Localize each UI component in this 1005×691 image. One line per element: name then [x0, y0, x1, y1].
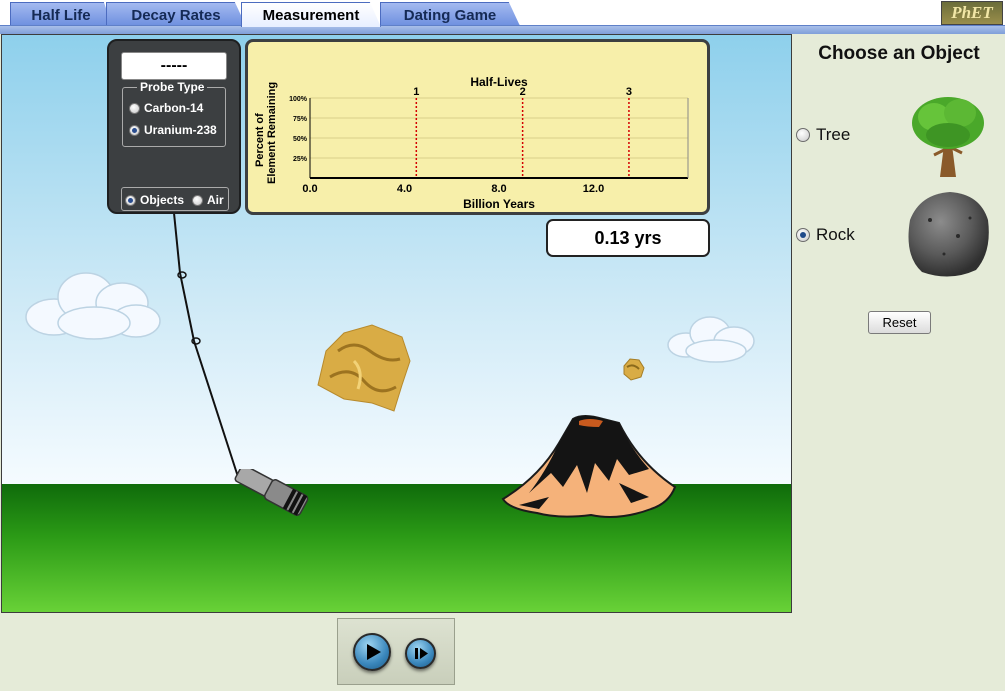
radio-button-selected-icon[interactable] — [129, 124, 140, 136]
radio-button-icon[interactable] — [192, 194, 203, 206]
tab-strip-divider — [0, 25, 1005, 34]
tree-icon[interactable] — [908, 89, 988, 181]
graph-x-tick-label: 0.0 — [302, 183, 317, 195]
probe-type-label: Probe Type — [137, 80, 208, 94]
tab-half-life[interactable]: Half Life — [10, 2, 112, 26]
graph-y-tick-label: 50% — [293, 136, 308, 143]
radio-button-selected-icon[interactable] — [125, 194, 136, 206]
elapsed-time-readout: 0.13 yrs — [546, 219, 710, 257]
object-option-label: Rock — [816, 225, 855, 244]
probe-target-group: Objects Air — [121, 187, 229, 211]
tab-measurement[interactable]: Measurement — [241, 2, 381, 27]
object-option-label: Tree — [816, 125, 851, 144]
graph-y-tick-label: 75% — [293, 116, 308, 123]
elapsed-time-unit: yrs — [634, 228, 662, 248]
half-life-marker-label: 1 — [413, 86, 419, 98]
falling-rock-small[interactable] — [621, 357, 645, 381]
play-button[interactable] — [353, 633, 391, 671]
radio-button-icon[interactable] — [129, 102, 140, 114]
tab-dating-game[interactable]: Dating Game — [380, 2, 520, 26]
probe-target-objects[interactable]: Objects — [125, 193, 184, 207]
probe-option-uranium-238[interactable]: Uranium-238 — [129, 123, 217, 137]
object-option-tree[interactable]: Tree — [796, 125, 850, 145]
probe-target-label: Objects — [140, 193, 185, 207]
half-life-marker-label: 2 — [520, 86, 526, 98]
graph-x-tick-label: 4.0 — [397, 183, 412, 195]
app-window: Half Life Decay Rates Measurement Dating… — [0, 0, 1005, 691]
half-life-chart: Half-Lives Percent of Element Remaining … — [254, 75, 689, 211]
object-option-rock[interactable]: Rock — [796, 225, 855, 245]
rock-icon[interactable] — [900, 190, 992, 280]
panel-title: Choose an Object — [818, 43, 980, 64]
graph-ylabel-line2: Element Remaining — [266, 82, 278, 184]
play-area: ----- Probe Type Carbon-14 Uranium-238 O… — [1, 34, 792, 613]
play-icon — [367, 644, 381, 660]
probe-device[interactable] — [228, 469, 318, 525]
probe-option-carbon-14[interactable]: Carbon-14 — [129, 101, 203, 115]
probe-option-label: Carbon-14 — [144, 101, 204, 115]
radio-button-icon[interactable] — [796, 128, 810, 142]
radio-button-selected-icon[interactable] — [796, 228, 810, 242]
probe-target-label: Air — [207, 193, 224, 207]
probe-type-group: Probe Type Carbon-14 Uranium-238 — [122, 80, 226, 147]
reset-button[interactable]: Reset — [868, 311, 931, 334]
falling-rock-large[interactable] — [314, 321, 412, 415]
tab-decay-rates[interactable]: Decay Rates — [106, 2, 246, 26]
graph-y-tick-label: 100% — [289, 96, 308, 103]
probe-option-label: Uranium-238 — [144, 123, 217, 137]
graph-xlabel: Billion Years — [463, 197, 535, 211]
graph-x-tick-label: 8.0 — [491, 183, 506, 195]
probe-panel: ----- Probe Type Carbon-14 Uranium-238 O… — [107, 39, 241, 214]
half-life-graph-panel: Half-Lives Percent of Element Remaining … — [245, 39, 710, 215]
probe-readout: ----- — [121, 52, 227, 80]
tab-bar: Half Life Decay Rates Measurement Dating… — [0, 0, 1005, 27]
elapsed-time-value: 0.13 — [594, 228, 630, 248]
object-chooser-panel: Choose an Object Tree Rock Reset — [793, 34, 1005, 691]
half-life-marker-label: 3 — [626, 86, 632, 98]
step-button[interactable] — [405, 638, 436, 669]
graph-ylabel-line1: Percent of — [254, 113, 266, 167]
clock-controls — [337, 618, 455, 685]
step-icon — [415, 648, 428, 659]
volcano — [501, 415, 677, 518]
graph-x-tick-label: 12.0 — [583, 183, 604, 195]
graph-plot-area: 25% 50% 75% 100% 0.0 4.0 8.0 12.0 1 2 3 — [289, 86, 689, 195]
phet-logo[interactable]: PhET — [941, 1, 1003, 25]
probe-target-air[interactable]: Air — [192, 193, 224, 207]
graph-y-tick-label: 25% — [293, 156, 308, 163]
